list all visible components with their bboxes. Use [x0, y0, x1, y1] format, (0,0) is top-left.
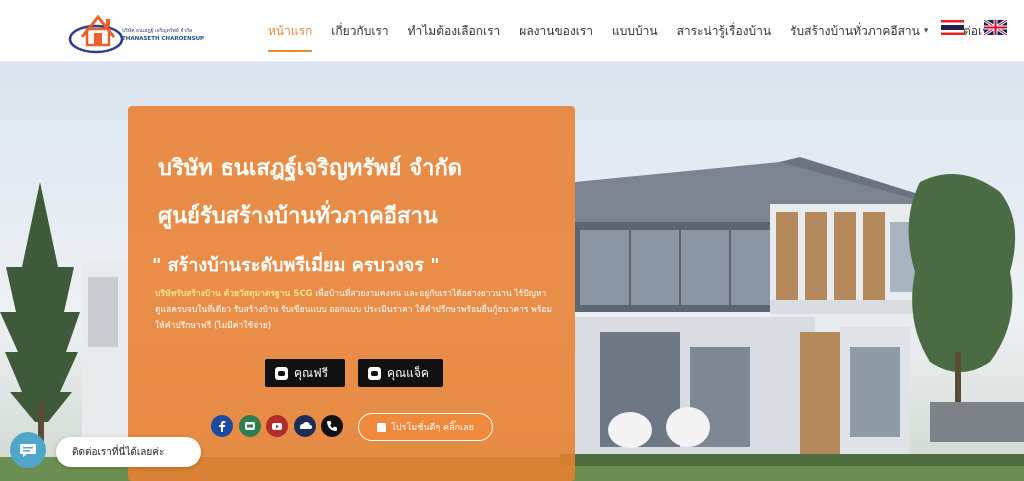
nav-isan-service[interactable]: รับสร้างบ้านทั่วภาคอีสาน ▾	[790, 0, 928, 62]
main-nav: หน้าแรก เกี่ยวกับเรา ทำไมต้องเลือกเรา ผล…	[268, 0, 1014, 62]
nav-home[interactable]: หน้าแรก	[268, 0, 313, 62]
soundcloud-icon[interactable]	[294, 415, 316, 437]
hero-slogan: " สร้างบ้านระดับพรีเมี่ยม ครบวงจร "	[152, 255, 440, 276]
line-icon	[368, 366, 381, 380]
youtube-icon[interactable]	[266, 415, 288, 437]
phone-icon[interactable]	[321, 415, 343, 437]
chat-widget-button[interactable]	[10, 432, 46, 468]
facebook-icon[interactable]	[211, 415, 233, 437]
site-header: บริษัท ธนเสฎฐ์ เจริญทรัพย์ จำกัด THANASE…	[0, 0, 1024, 62]
line-icon	[275, 366, 288, 380]
logo-thai-name: บริษัท ธนเสฎฐ์ เจริญทรัพย์ จำกัด	[122, 28, 193, 34]
line-contact-free-label: คุณฟรี	[294, 365, 329, 380]
chat-greeting-bubble[interactable]: ติดต่อเราที่นี่ได้เลยค่ะ	[56, 437, 201, 467]
gift-icon	[377, 422, 387, 432]
company-logo[interactable]: บริษัท ธนเสฎฐ์ เจริญทรัพย์ จำกัด THANASE…	[68, 7, 208, 55]
line-contact-jack-label: คุณแจ็ค	[387, 365, 429, 380]
uk-flag-icon[interactable]	[984, 20, 1007, 35]
nav-portfolio[interactable]: ผลงานของเรา	[519, 0, 593, 62]
thai-flag-icon[interactable]	[941, 20, 964, 35]
logo-english-name: THANASETH CHAROENSUP	[122, 36, 205, 42]
line-contact-jack-button[interactable]: คุณแจ็ค	[358, 359, 443, 387]
nav-articles[interactable]: สาระน่ารู้เรื่องบ้าน	[677, 0, 772, 62]
logo-text: บริษัท ธนเสฎฐ์ เจริญทรัพย์ จำกัด THANASE…	[122, 27, 212, 42]
nav-house-plans[interactable]: แบบบ้าน	[612, 0, 658, 62]
hero-description: บริษัทรับสร้างบ้าน ด้วยวัสดุมาตรฐาน SCG …	[155, 286, 560, 334]
hero-company-title: บริษัท ธนเสฎฐ์เจริญทรัพย์ จำกัด	[158, 156, 462, 181]
chat-bubble-icon	[20, 444, 36, 457]
nav-about[interactable]: เกี่ยวกับเรา	[331, 0, 388, 62]
nav-isan-label: รับสร้างบ้านทั่วภาคอีสาน	[790, 23, 920, 38]
promotion-button[interactable]: โปรโมชั่นดีๆ คลิ๊กเลย	[358, 413, 493, 441]
house-logo-icon	[68, 14, 124, 54]
hero-description-highlight: บริษัทรับสร้างบ้าน ด้วยวัสดุมาตรฐาน SCG	[155, 289, 313, 299]
line-icon[interactable]	[239, 415, 261, 437]
promotion-label: โปรโมชั่นดีๆ คลิ๊กเลย	[391, 423, 474, 433]
nav-why-us[interactable]: ทำไมต้องเลือกเรา	[408, 0, 501, 62]
hero-subtitle: ศูนย์รับสร้างบ้านทั่วภาคอีสาน	[158, 204, 438, 229]
line-contact-free-button[interactable]: คุณฟรี	[265, 359, 345, 387]
chevron-down-icon: ▾	[923, 26, 929, 36]
